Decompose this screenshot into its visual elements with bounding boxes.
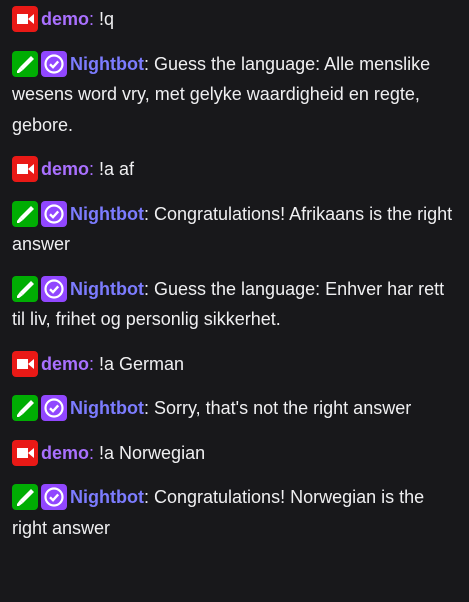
moderator-icon[interactable]	[12, 200, 38, 227]
verified-icon[interactable]	[41, 484, 67, 510]
chat-message: demo: !a af	[12, 154, 457, 185]
moderator-icon[interactable]	[12, 275, 38, 302]
chat-message: Nightbot: Sorry, that's not the right an…	[12, 393, 457, 424]
username[interactable]: demo	[41, 159, 89, 179]
username[interactable]: demo	[41, 354, 89, 374]
colon-separator: :	[143, 53, 154, 74]
colon-separator: :	[89, 353, 100, 374]
chat-message: Nightbot: Congratulations! Norwegian is …	[12, 482, 457, 543]
chat-message: demo: !a Norwegian	[12, 438, 457, 469]
verified-icon[interactable]	[41, 275, 67, 302]
username[interactable]: Nightbot	[70, 279, 144, 299]
chat-message: Nightbot: Guess the language: Alle mensl…	[12, 49, 457, 141]
broadcaster-icon[interactable]	[12, 156, 38, 182]
broadcaster-icon[interactable]	[12, 439, 38, 466]
moderator-icon[interactable]	[12, 395, 38, 421]
colon-separator: :	[143, 398, 154, 418]
username[interactable]: demo	[41, 443, 89, 463]
colon-separator: :	[89, 9, 100, 29]
moderator-icon[interactable]	[12, 484, 38, 510]
chat-message: demo: !a German	[12, 349, 457, 380]
moderator-icon[interactable]	[12, 50, 38, 77]
message-text: !q	[99, 9, 115, 29]
username[interactable]: Nightbot	[70, 398, 144, 418]
username[interactable]: Nightbot	[70, 54, 144, 74]
chat-log: demo: !q Nightbot: Guess the language: A…	[0, 0, 469, 543]
colon-separator: :	[143, 203, 154, 224]
chat-message: demo: !q	[12, 4, 457, 35]
colon-separator: :	[89, 159, 100, 179]
message-text: !a German	[99, 353, 185, 374]
broadcaster-icon[interactable]	[12, 6, 38, 32]
chat-message: Nightbot: Guess the language: Enhver har…	[12, 274, 457, 335]
colon-separator: :	[143, 278, 154, 299]
message-text: Sorry, that's not the right answer	[153, 398, 412, 418]
verified-icon[interactable]	[41, 50, 67, 77]
username[interactable]: Nightbot	[70, 204, 144, 224]
chat-message: Nightbot: Congratulations! Afrikaans is …	[12, 199, 457, 260]
colon-separator: :	[89, 442, 100, 463]
colon-separator: :	[143, 487, 154, 507]
username[interactable]: Nightbot	[70, 487, 144, 507]
verified-icon[interactable]	[41, 395, 67, 421]
verified-icon[interactable]	[41, 200, 67, 227]
message-text: !a Norwegian	[99, 442, 206, 463]
username[interactable]: demo	[41, 9, 89, 29]
message-text: !a af	[99, 159, 135, 179]
broadcaster-icon[interactable]	[12, 350, 38, 377]
